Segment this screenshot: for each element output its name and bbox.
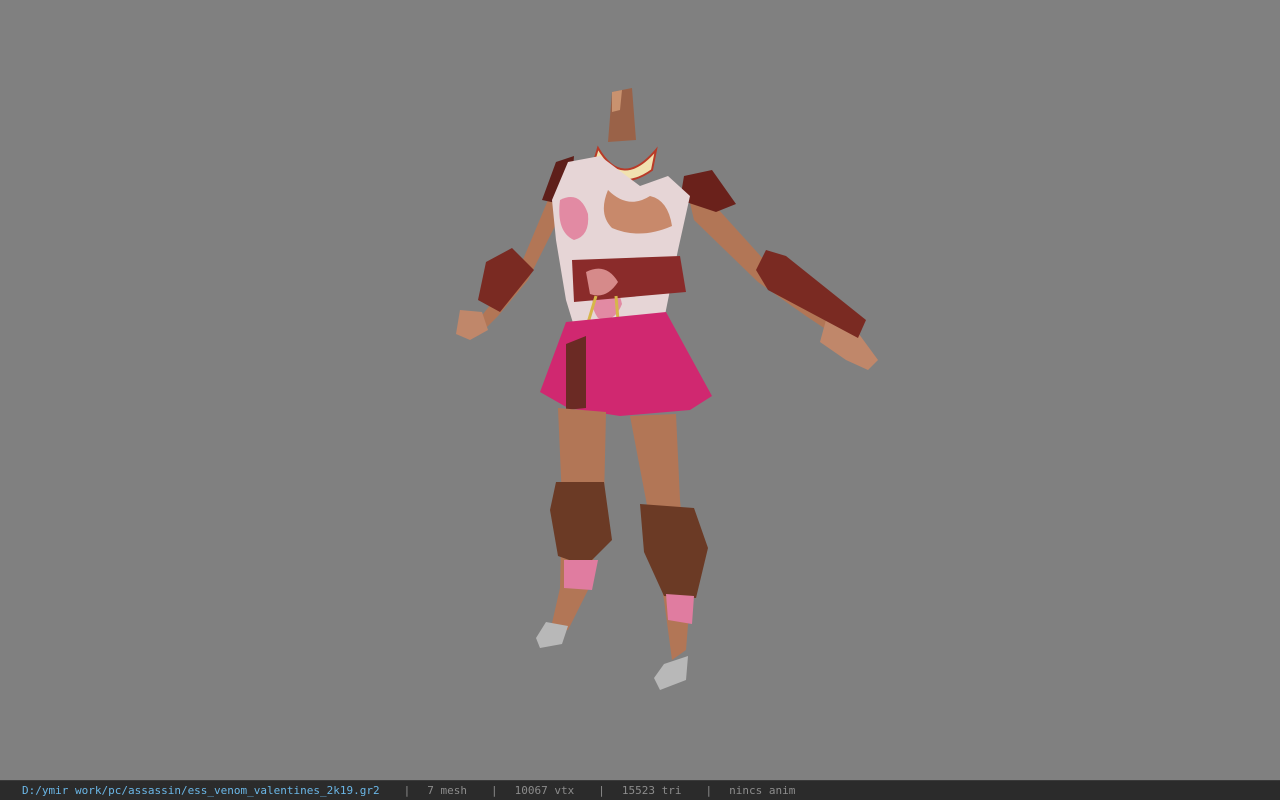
right-shoulder-armor bbox=[680, 170, 736, 212]
separator: | bbox=[491, 784, 498, 797]
separator: | bbox=[705, 784, 713, 797]
left-shoe bbox=[536, 622, 568, 648]
left-leg-wrap bbox=[564, 560, 598, 590]
file-path: D:/ymir work/pc/assassin/ess_venom_valen… bbox=[22, 784, 380, 797]
status-bar: D:/ymir work/pc/assassin/ess_venom_valen… bbox=[0, 780, 1280, 800]
right-knee-guard bbox=[640, 504, 708, 598]
animation-status: nincs anim bbox=[729, 784, 796, 797]
separator: | bbox=[598, 784, 605, 797]
3d-viewport[interactable] bbox=[0, 0, 1280, 780]
left-knee-guard bbox=[550, 482, 612, 566]
vertex-count: 10067 vtx bbox=[514, 784, 575, 797]
mesh-count: 7 mesh bbox=[427, 784, 467, 797]
separator: | bbox=[403, 784, 411, 797]
right-bracer bbox=[756, 250, 866, 338]
triangle-count: 15523 tri bbox=[621, 784, 682, 797]
right-leg-wrap bbox=[666, 594, 694, 624]
right-shoe bbox=[654, 656, 688, 690]
skirt bbox=[540, 312, 712, 416]
skirt-flap bbox=[566, 336, 586, 410]
character-model[interactable] bbox=[0, 0, 1280, 780]
